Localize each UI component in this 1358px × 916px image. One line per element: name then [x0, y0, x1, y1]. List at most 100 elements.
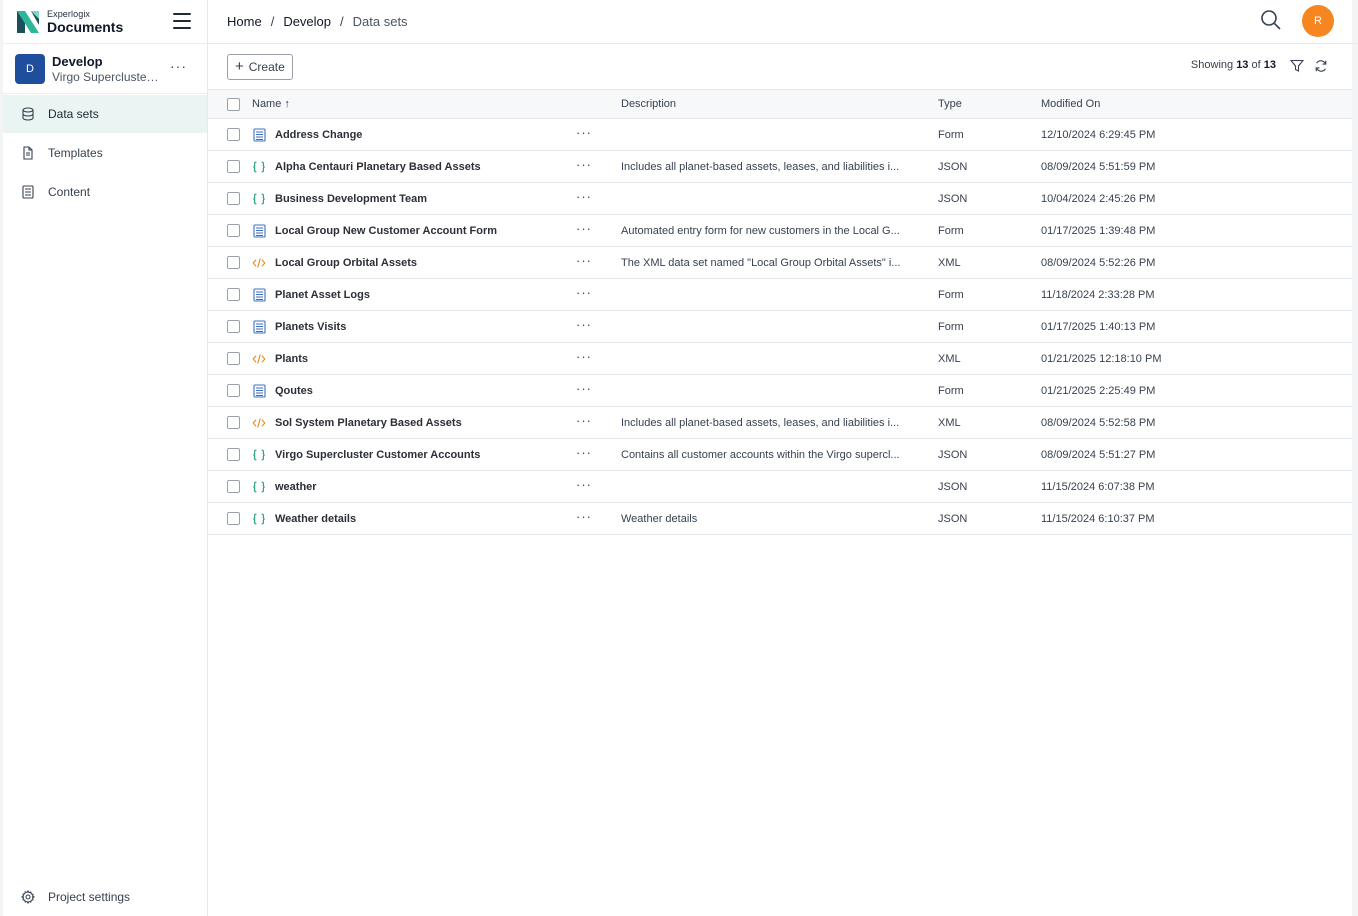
table-row[interactable]: Alpha Centauri Planetary Based Assets ···…: [208, 151, 1352, 183]
row-modified: 01/21/2025 2:25:49 PM: [1041, 384, 1156, 397]
row-more-icon[interactable]: ···: [576, 254, 592, 267]
row-modified: 01/21/2025 12:18:10 PM: [1041, 352, 1162, 365]
row-name[interactable]: Business Development Team: [275, 193, 427, 205]
page-scrollbar[interactable]: [1352, 0, 1358, 916]
row-name[interactable]: Alpha Centauri Planetary Based Assets: [275, 161, 481, 173]
row-checkbox[interactable]: [227, 192, 240, 205]
table-row[interactable]: Address Change ··· Form 12/10/2024 6:29:45 …: [208, 119, 1352, 151]
table-row[interactable]: Qoutes ··· Form 01/21/2025 2:25:49 PM: [208, 375, 1352, 407]
row-name[interactable]: weather: [275, 481, 317, 493]
row-description: Contains all customer accounts within th…: [621, 448, 900, 461]
row-checkbox[interactable]: [227, 128, 240, 141]
project-switcher[interactable]: D Develop Virgo Superclus­te… ···: [3, 44, 207, 94]
sidebar-item-data-sets[interactable]: Data sets: [3, 95, 207, 133]
plus-icon: +: [235, 57, 244, 75]
logo-brand-big: Documents: [47, 18, 124, 35]
form-icon: [252, 287, 266, 302]
create-button[interactable]: + Create: [227, 53, 293, 80]
refresh-icon[interactable]: [1314, 59, 1328, 73]
row-name-cell[interactable]: Planets Visits: [252, 319, 346, 334]
row-name-cell[interactable]: Virgo Supercluster Customer Accounts: [252, 448, 480, 462]
row-more-icon[interactable]: ···: [576, 222, 592, 235]
row-name[interactable]: Local Group New Customer Account Form: [275, 225, 497, 237]
column-header-modified[interactable]: Modified On: [1041, 98, 1100, 110]
row-more-icon[interactable]: ···: [576, 382, 592, 395]
showing-of: of: [1251, 59, 1261, 71]
project-more-icon[interactable]: ···: [170, 59, 187, 73]
row-checkbox[interactable]: [227, 224, 240, 237]
row-checkbox[interactable]: [227, 160, 240, 173]
column-header-description[interactable]: Description: [621, 98, 926, 110]
toolbar: + Create Showing 13 of 13: [208, 44, 1352, 89]
row-more-icon[interactable]: ···: [576, 286, 592, 299]
column-header-type[interactable]: Type: [938, 98, 962, 110]
row-checkbox[interactable]: [227, 512, 240, 525]
row-more-icon[interactable]: ···: [576, 446, 592, 459]
search-icon[interactable]: [1260, 9, 1282, 31]
breadcrumb-develop[interactable]: Develop: [283, 14, 331, 29]
column-header-name[interactable]: Name ↑: [252, 98, 290, 110]
table-row[interactable]: Planets Visits ··· Form 01/17/2025 1:40:13 …: [208, 311, 1352, 343]
row-more-icon[interactable]: ···: [576, 478, 592, 491]
row-name[interactable]: Planet Asset Logs: [275, 289, 370, 301]
select-all-checkbox[interactable]: [227, 97, 240, 111]
row-type: XML: [938, 256, 961, 269]
row-checkbox[interactable]: [227, 448, 240, 461]
user-avatar[interactable]: R: [1302, 5, 1334, 37]
row-name-cell[interactable]: Business Development Team: [252, 192, 427, 206]
row-name[interactable]: Plants: [275, 353, 308, 365]
row-name[interactable]: Virgo Supercluster Customer Accounts: [275, 449, 480, 461]
row-name-cell[interactable]: Address Change: [252, 127, 362, 142]
sidebar-item-templates[interactable]: Templates: [3, 134, 207, 172]
row-name-cell[interactable]: Qoutes: [252, 383, 313, 398]
sidebar-item-project-settings[interactable]: Project settings: [3, 878, 207, 916]
row-name-cell[interactable]: Planet Asset Logs: [252, 287, 370, 302]
row-checkbox[interactable]: [227, 288, 240, 301]
row-checkbox[interactable]: [227, 320, 240, 333]
row-name-cell[interactable]: Plants: [252, 352, 308, 366]
row-more-icon[interactable]: ···: [576, 126, 592, 139]
row-name[interactable]: Qoutes: [275, 385, 313, 397]
table-row[interactable]: Plants ··· XML 01/21/2025 12:18:10 PM: [208, 343, 1352, 375]
row-name-cell[interactable]: weather: [252, 480, 317, 494]
table-row[interactable]: Business Development Team ··· JSON 10/04/20…: [208, 183, 1352, 215]
table-row[interactable]: Planet Asset Logs ··· Form 11/18/2024 2:33:…: [208, 279, 1352, 311]
row-more-icon[interactable]: ···: [576, 350, 592, 363]
row-more-icon[interactable]: ···: [576, 414, 592, 427]
row-name-cell[interactable]: Sol System Planetary Based Assets: [252, 416, 462, 430]
filter-icon[interactable]: [1289, 59, 1305, 73]
breadcrumb-current: Data sets: [352, 14, 408, 29]
row-checkbox[interactable]: [227, 256, 240, 269]
row-name[interactable]: Sol System Planetary Based Assets: [275, 417, 462, 429]
table-row[interactable]: Local Group New Customer Account Form ···…: [208, 215, 1352, 247]
row-name-cell[interactable]: Local Group New Customer Account Form: [252, 223, 497, 238]
row-checkbox[interactable]: [227, 352, 240, 365]
breadcrumb-home[interactable]: Home: [227, 14, 262, 29]
row-name-cell[interactable]: Local Group Orbital Assets: [252, 256, 417, 270]
sidebar-item-content[interactable]: Content: [3, 173, 207, 211]
table-row[interactable]: Local Group Orbital Assets ··· The XML dat…: [208, 247, 1352, 279]
row-checkbox[interactable]: [227, 416, 240, 429]
showing-current: 13: [1236, 59, 1249, 71]
row-modified: 12/10/2024 6:29:45 PM: [1041, 128, 1156, 141]
table-row[interactable]: Weather details ··· Weather details JSON 11/…: [208, 503, 1352, 535]
row-checkbox[interactable]: [227, 384, 240, 397]
table-row[interactable]: Virgo Supercluster Customer Accounts ··· C…: [208, 439, 1352, 471]
row-type: Form: [938, 320, 964, 333]
row-name-cell[interactable]: Weather details: [252, 512, 356, 526]
row-description: Includes all planet-based assets, leases…: [621, 416, 900, 429]
row-name-cell[interactable]: Alpha Centauri Planetary Based Assets: [252, 160, 481, 174]
row-more-icon[interactable]: ···: [576, 510, 592, 523]
row-name[interactable]: Address Change: [275, 129, 362, 141]
row-name[interactable]: Planets Visits: [275, 321, 346, 333]
row-name[interactable]: Local Group Orbital Assets: [275, 257, 417, 269]
row-more-icon[interactable]: ···: [576, 318, 592, 331]
table-row[interactable]: weather ··· JSON 11/15/2024 6:07:38 PM: [208, 471, 1352, 503]
row-more-icon[interactable]: ···: [576, 158, 592, 171]
row-more-icon[interactable]: ···: [576, 190, 592, 203]
project-avatar: D: [15, 53, 45, 84]
row-name[interactable]: Weather details: [275, 513, 356, 525]
hamburger-menu-icon[interactable]: [173, 13, 191, 29]
table-row[interactable]: Sol System Planetary Based Assets ··· Incl…: [208, 407, 1352, 439]
row-checkbox[interactable]: [227, 480, 240, 493]
